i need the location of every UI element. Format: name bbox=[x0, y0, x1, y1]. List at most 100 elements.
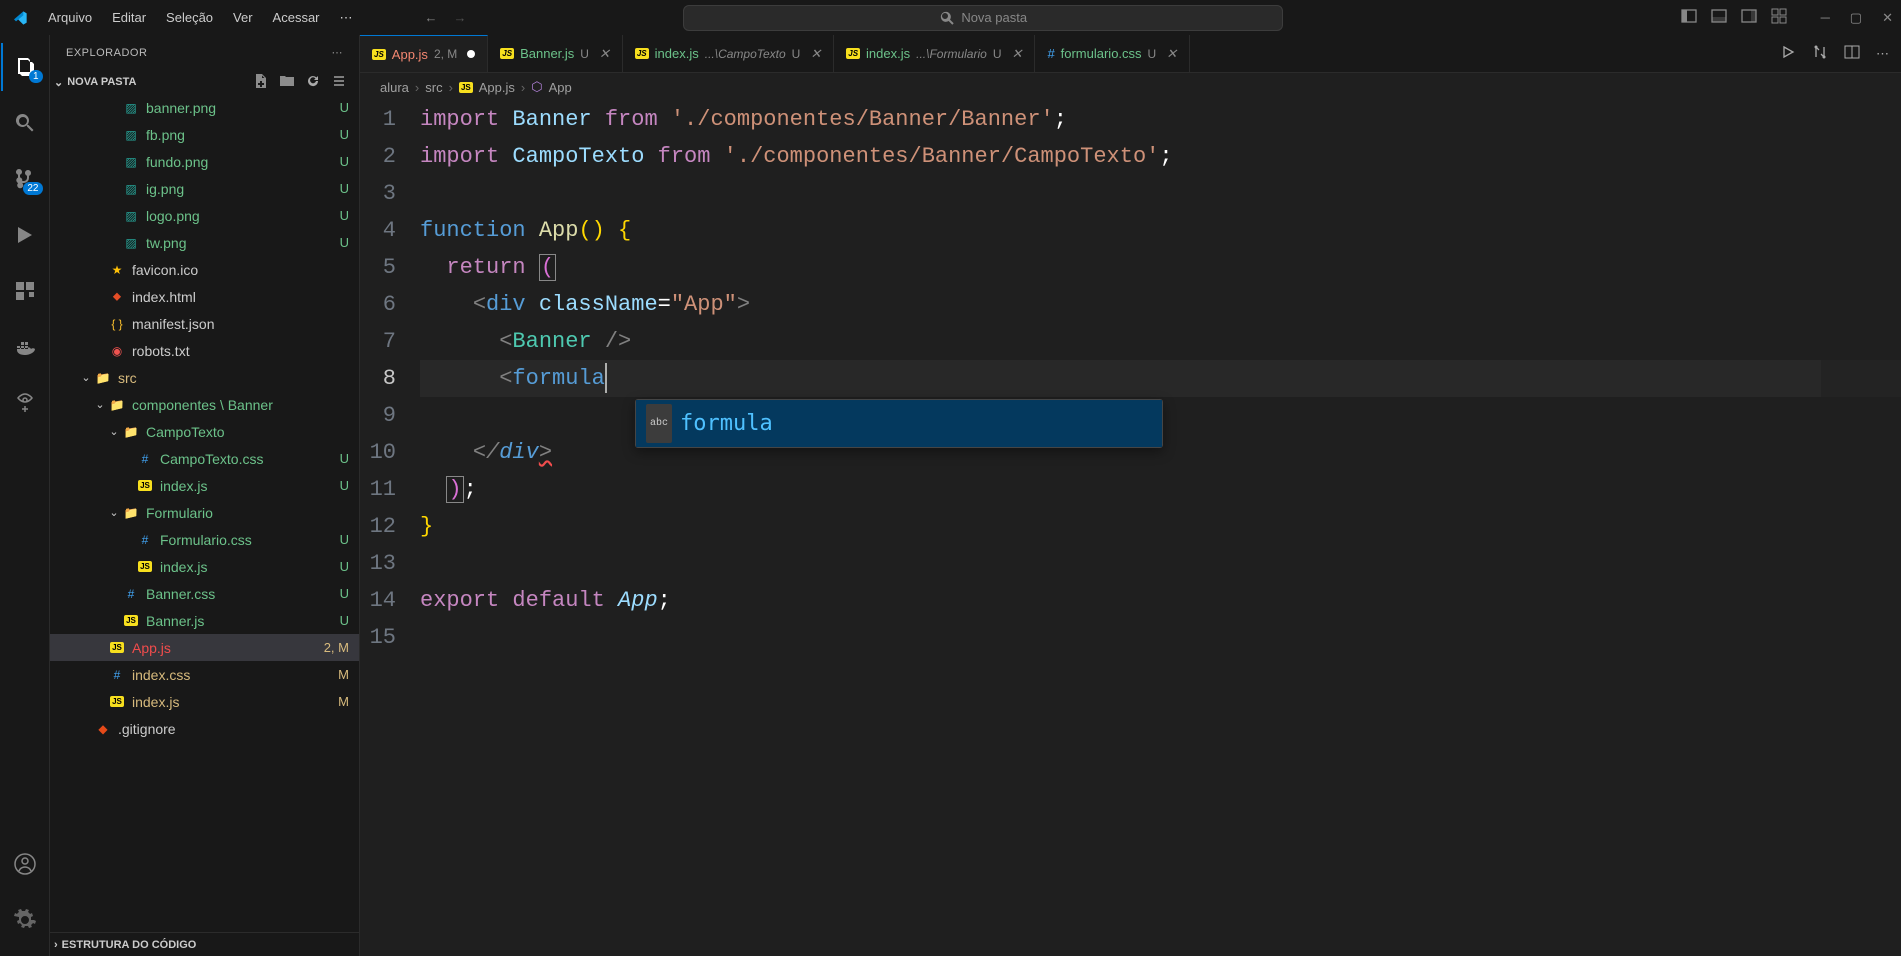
tree-row[interactable]: JSindex.jsU bbox=[50, 553, 359, 580]
tree-row[interactable]: #Banner.cssU bbox=[50, 580, 359, 607]
line-number: 4 bbox=[360, 212, 396, 249]
tree-row[interactable]: JSindex.jsM bbox=[50, 688, 359, 715]
tab-name: Banner.js bbox=[520, 46, 574, 61]
tree-row[interactable]: JSBanner.jsU bbox=[50, 607, 359, 634]
tree-row[interactable]: ▨logo.pngU bbox=[50, 202, 359, 229]
tree-row[interactable]: JSApp.js2, M bbox=[50, 634, 359, 661]
sidebar-more-icon[interactable]: ⋯ bbox=[332, 46, 344, 59]
tree-row[interactable]: ◆.gitignore bbox=[50, 715, 359, 742]
activity-docker[interactable] bbox=[1, 323, 49, 371]
run-icon[interactable] bbox=[1780, 44, 1796, 63]
tab-bar: JS App.js 2, MJS Banner.js U✕JS index.js… bbox=[360, 35, 1901, 73]
js-icon: JS bbox=[122, 615, 140, 626]
nav-forward-icon[interactable]: → bbox=[454, 10, 467, 25]
close-tab-icon[interactable]: ✕ bbox=[810, 46, 821, 62]
activity-extensions[interactable] bbox=[1, 267, 49, 315]
nav-back-icon[interactable]: ← bbox=[425, 10, 438, 25]
suggestion-item[interactable]: abc formula bbox=[636, 400, 1162, 447]
breadcrumb[interactable]: alura › src › JS App.js › ⬡ App bbox=[360, 73, 1901, 101]
css-icon: # bbox=[136, 452, 154, 466]
close-tab-icon[interactable]: ✕ bbox=[1011, 46, 1022, 62]
file-tree[interactable]: ▨banner.pngU▨fb.pngU▨fundo.pngU▨ig.pngU▨… bbox=[50, 94, 359, 932]
split-editor-icon[interactable] bbox=[1844, 44, 1860, 63]
tree-row[interactable]: JSindex.jsU bbox=[50, 472, 359, 499]
activity-search[interactable] bbox=[1, 99, 49, 147]
menu-overflow-icon[interactable]: ⋯ bbox=[332, 6, 361, 30]
activity-scm[interactable]: 22 bbox=[1, 155, 49, 203]
suggestion-label: formula bbox=[680, 405, 773, 442]
star-icon: ★ bbox=[108, 263, 126, 277]
activity-run-debug[interactable] bbox=[1, 211, 49, 259]
tree-row[interactable]: ⌄📁CampoTexto bbox=[50, 418, 359, 445]
refresh-icon[interactable] bbox=[305, 73, 321, 92]
activity-account[interactable] bbox=[1, 840, 49, 888]
outline-section-header[interactable]: › ESTRUTURA DO CÓDIGO bbox=[50, 932, 359, 956]
layout-customize-icon[interactable] bbox=[1771, 8, 1787, 27]
editor-tab[interactable]: JS Banner.js U✕ bbox=[488, 35, 623, 72]
js-file-icon: JS bbox=[372, 49, 386, 60]
file-name: ig.png bbox=[146, 181, 319, 197]
file-name: Banner.css bbox=[146, 586, 319, 602]
suggestion-kind-icon: abc bbox=[646, 404, 672, 443]
close-tab-icon[interactable]: ✕ bbox=[599, 46, 610, 62]
tree-row[interactable]: #index.cssM bbox=[50, 661, 359, 688]
folder-section-header[interactable]: ⌄ NOVA PASTA bbox=[50, 70, 359, 94]
editor-tab[interactable]: # formulario.css U✕ bbox=[1035, 35, 1190, 72]
command-center[interactable]: Nova pasta bbox=[683, 5, 1283, 31]
tree-row[interactable]: ⌄📁src bbox=[50, 364, 359, 391]
img-icon: ▨ bbox=[122, 155, 140, 169]
tree-row[interactable]: ▨banner.pngU bbox=[50, 94, 359, 121]
collapse-all-icon[interactable] bbox=[331, 73, 347, 92]
tree-row[interactable]: ▨fb.pngU bbox=[50, 121, 359, 148]
editor-tab[interactable]: JS index.js ...\Formulario U✕ bbox=[834, 35, 1035, 72]
tree-row[interactable]: ⌄📁Formulario bbox=[50, 499, 359, 526]
css-icon: # bbox=[122, 587, 140, 601]
menu-arquivo[interactable]: Arquivo bbox=[40, 6, 100, 29]
activity-explorer[interactable]: 1 bbox=[1, 43, 49, 91]
breadcrumb-item[interactable]: App.js bbox=[479, 80, 515, 95]
tree-row[interactable]: #Formulario.cssU bbox=[50, 526, 359, 553]
layout-toggle-secondary-icon[interactable] bbox=[1741, 8, 1757, 27]
tree-row[interactable]: ▨ig.pngU bbox=[50, 175, 359, 202]
minimap[interactable] bbox=[1821, 101, 1901, 956]
tree-row[interactable]: ▨tw.pngU bbox=[50, 229, 359, 256]
editor-tab[interactable]: JS App.js 2, M bbox=[360, 35, 488, 72]
tree-row[interactable]: ★favicon.ico bbox=[50, 256, 359, 283]
code-content[interactable]: import Banner from './componentes/Banner… bbox=[420, 101, 1901, 956]
breadcrumb-item[interactable]: alura bbox=[380, 80, 409, 95]
intellisense-popup[interactable]: abc formula bbox=[635, 399, 1163, 448]
file-name: index.css bbox=[132, 667, 319, 683]
tree-row[interactable]: ▨fundo.pngU bbox=[50, 148, 359, 175]
sidebar-title: EXPLORADOR bbox=[66, 47, 147, 59]
new-file-icon[interactable] bbox=[253, 73, 269, 92]
breadcrumb-item[interactable]: src bbox=[425, 80, 442, 95]
menu-editar[interactable]: Editar bbox=[104, 6, 154, 29]
tab-name: index.js bbox=[866, 46, 910, 61]
breadcrumb-item[interactable]: App bbox=[549, 80, 572, 95]
activity-settings[interactable] bbox=[1, 896, 49, 944]
layout-toggle-panel-icon[interactable] bbox=[1711, 8, 1727, 27]
new-folder-icon[interactable] bbox=[279, 73, 295, 92]
activity-gitlens[interactable] bbox=[1, 379, 49, 427]
layout-toggle-primary-icon[interactable] bbox=[1681, 8, 1697, 27]
more-actions-icon[interactable]: ⋯ bbox=[1876, 46, 1889, 62]
json-icon: { } bbox=[108, 317, 126, 331]
tree-row[interactable]: ◉robots.txt bbox=[50, 337, 359, 364]
menu-ver[interactable]: Ver bbox=[225, 6, 261, 29]
window-maximize-icon[interactable]: ▢ bbox=[1850, 10, 1862, 26]
file-name: index.js bbox=[132, 694, 319, 710]
menu-selecao[interactable]: Seleção bbox=[158, 6, 221, 29]
editor[interactable]: 123456789101112131415 import Banner from… bbox=[360, 101, 1901, 956]
editor-tab[interactable]: JS index.js ...\CampoTexto U✕ bbox=[623, 35, 834, 72]
git-compare-icon[interactable] bbox=[1812, 44, 1828, 63]
window-minimize-icon[interactable]: ─ bbox=[1821, 10, 1830, 26]
window-close-icon[interactable]: ✕ bbox=[1882, 10, 1893, 26]
search-icon bbox=[939, 10, 955, 26]
tree-row[interactable]: #CampoTexto.cssU bbox=[50, 445, 359, 472]
tree-row[interactable]: { }manifest.json bbox=[50, 310, 359, 337]
tree-row[interactable]: ⌄📁componentes \ Banner bbox=[50, 391, 359, 418]
close-tab-icon[interactable]: ✕ bbox=[1166, 46, 1177, 62]
chevron-down-icon: ⌄ bbox=[106, 425, 122, 438]
tree-row[interactable]: ⬥index.html bbox=[50, 283, 359, 310]
menu-acessar[interactable]: Acessar bbox=[265, 6, 328, 29]
